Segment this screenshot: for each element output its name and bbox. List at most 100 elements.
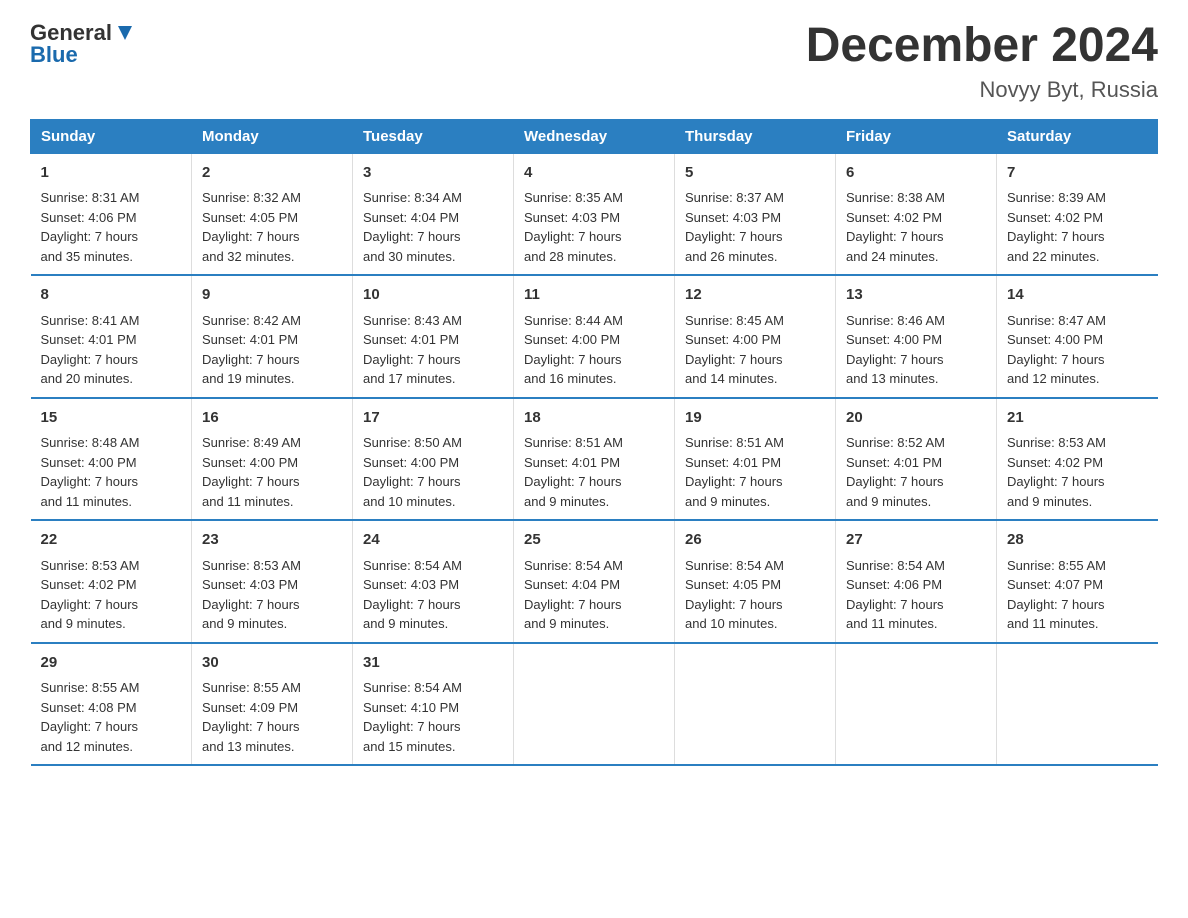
calendar-cell: 29 Sunrise: 8:55 AM Sunset: 4:08 PM Dayl…	[31, 643, 192, 766]
calendar-cell	[836, 643, 997, 766]
daylight: Daylight: 7 hours	[846, 352, 944, 367]
daylight: Daylight: 7 hours	[1007, 474, 1105, 489]
sunset: Sunset: 4:01 PM	[685, 455, 781, 470]
daylight: Daylight: 7 hours	[41, 352, 139, 367]
sunrise: Sunrise: 8:54 AM	[685, 558, 784, 573]
daylight2: and 26 minutes.	[685, 249, 778, 264]
main-title: December 2024	[806, 20, 1158, 73]
day-number: 8	[41, 284, 182, 307]
calendar-cell: 28 Sunrise: 8:55 AM Sunset: 4:07 PM Dayl…	[997, 520, 1158, 643]
daylight2: and 9 minutes.	[41, 616, 126, 631]
daylight2: and 24 minutes.	[846, 249, 939, 264]
calendar-table: SundayMondayTuesdayWednesdayThursdayFrid…	[30, 119, 1158, 767]
sunrise: Sunrise: 8:48 AM	[41, 435, 140, 450]
day-number: 11	[524, 284, 664, 307]
daylight2: and 16 minutes.	[524, 371, 617, 386]
header-friday: Friday	[836, 119, 997, 153]
day-number: 9	[202, 284, 342, 307]
daylight2: and 12 minutes.	[41, 739, 134, 754]
day-number: 5	[685, 162, 825, 185]
sunrise: Sunrise: 8:47 AM	[1007, 313, 1106, 328]
calendar-cell: 22 Sunrise: 8:53 AM Sunset: 4:02 PM Dayl…	[31, 520, 192, 643]
sunset: Sunset: 4:04 PM	[363, 210, 459, 225]
daylight: Daylight: 7 hours	[685, 229, 783, 244]
daylight2: and 9 minutes.	[685, 494, 770, 509]
day-number: 4	[524, 162, 664, 185]
sunrise: Sunrise: 8:49 AM	[202, 435, 301, 450]
sunrise: Sunrise: 8:50 AM	[363, 435, 462, 450]
logo-blue: Blue	[30, 42, 78, 68]
daylight2: and 11 minutes.	[1007, 616, 1099, 631]
daylight2: and 9 minutes.	[524, 494, 609, 509]
day-number: 18	[524, 407, 664, 430]
day-number: 2	[202, 162, 342, 185]
sunrise: Sunrise: 8:32 AM	[202, 190, 301, 205]
calendar-cell: 12 Sunrise: 8:45 AM Sunset: 4:00 PM Dayl…	[675, 275, 836, 398]
day-number: 12	[685, 284, 825, 307]
daylight2: and 11 minutes.	[202, 494, 294, 509]
daylight: Daylight: 7 hours	[846, 597, 944, 612]
sunset: Sunset: 4:03 PM	[524, 210, 620, 225]
daylight: Daylight: 7 hours	[41, 474, 139, 489]
daylight2: and 13 minutes.	[846, 371, 939, 386]
sunset: Sunset: 4:00 PM	[846, 332, 942, 347]
day-number: 27	[846, 529, 986, 552]
calendar-cell: 21 Sunrise: 8:53 AM Sunset: 4:02 PM Dayl…	[997, 398, 1158, 521]
sunset: Sunset: 4:06 PM	[41, 210, 137, 225]
daylight: Daylight: 7 hours	[41, 229, 139, 244]
daylight: Daylight: 7 hours	[685, 352, 783, 367]
calendar-cell: 9 Sunrise: 8:42 AM Sunset: 4:01 PM Dayli…	[192, 275, 353, 398]
daylight: Daylight: 7 hours	[524, 597, 622, 612]
daylight: Daylight: 7 hours	[202, 474, 300, 489]
sunset: Sunset: 4:05 PM	[202, 210, 298, 225]
sunrise: Sunrise: 8:41 AM	[41, 313, 140, 328]
daylight: Daylight: 7 hours	[1007, 229, 1105, 244]
calendar-cell: 3 Sunrise: 8:34 AM Sunset: 4:04 PM Dayli…	[353, 153, 514, 275]
daylight: Daylight: 7 hours	[202, 719, 300, 734]
sunset: Sunset: 4:02 PM	[1007, 210, 1103, 225]
daylight2: and 30 minutes.	[363, 249, 456, 264]
sunset: Sunset: 4:05 PM	[685, 577, 781, 592]
sunrise: Sunrise: 8:54 AM	[846, 558, 945, 573]
calendar-cell: 10 Sunrise: 8:43 AM Sunset: 4:01 PM Dayl…	[353, 275, 514, 398]
daylight: Daylight: 7 hours	[685, 597, 783, 612]
calendar-cell: 26 Sunrise: 8:54 AM Sunset: 4:05 PM Dayl…	[675, 520, 836, 643]
day-number: 28	[1007, 529, 1148, 552]
sunset: Sunset: 4:00 PM	[363, 455, 459, 470]
sunrise: Sunrise: 8:55 AM	[41, 680, 140, 695]
day-number: 10	[363, 284, 503, 307]
daylight: Daylight: 7 hours	[363, 352, 461, 367]
calendar-cell: 5 Sunrise: 8:37 AM Sunset: 4:03 PM Dayli…	[675, 153, 836, 275]
header-saturday: Saturday	[997, 119, 1158, 153]
sunrise: Sunrise: 8:54 AM	[363, 558, 462, 573]
day-number: 15	[41, 407, 182, 430]
daylight2: and 9 minutes.	[524, 616, 609, 631]
daylight2: and 35 minutes.	[41, 249, 134, 264]
calendar-cell: 25 Sunrise: 8:54 AM Sunset: 4:04 PM Dayl…	[514, 520, 675, 643]
daylight2: and 11 minutes.	[846, 616, 938, 631]
day-number: 1	[41, 162, 182, 185]
calendar-cell: 6 Sunrise: 8:38 AM Sunset: 4:02 PM Dayli…	[836, 153, 997, 275]
week-row-4: 22 Sunrise: 8:53 AM Sunset: 4:02 PM Dayl…	[31, 520, 1158, 643]
sunset: Sunset: 4:03 PM	[685, 210, 781, 225]
header-thursday: Thursday	[675, 119, 836, 153]
daylight2: and 11 minutes.	[41, 494, 133, 509]
sunset: Sunset: 4:01 PM	[846, 455, 942, 470]
daylight: Daylight: 7 hours	[202, 597, 300, 612]
day-number: 22	[41, 529, 182, 552]
sunrise: Sunrise: 8:39 AM	[1007, 190, 1106, 205]
sunset: Sunset: 4:01 PM	[524, 455, 620, 470]
daylight2: and 14 minutes.	[685, 371, 778, 386]
sunrise: Sunrise: 8:43 AM	[363, 313, 462, 328]
location-subtitle: Novyy Byt, Russia	[806, 77, 1158, 103]
title-area: December 2024 Novyy Byt, Russia	[806, 20, 1158, 103]
header-monday: Monday	[192, 119, 353, 153]
sunset: Sunset: 4:02 PM	[1007, 455, 1103, 470]
day-number: 26	[685, 529, 825, 552]
sunset: Sunset: 4:03 PM	[202, 577, 298, 592]
sunrise: Sunrise: 8:42 AM	[202, 313, 301, 328]
calendar-cell: 8 Sunrise: 8:41 AM Sunset: 4:01 PM Dayli…	[31, 275, 192, 398]
daylight: Daylight: 7 hours	[41, 597, 139, 612]
sunset: Sunset: 4:08 PM	[41, 700, 137, 715]
day-number: 19	[685, 407, 825, 430]
